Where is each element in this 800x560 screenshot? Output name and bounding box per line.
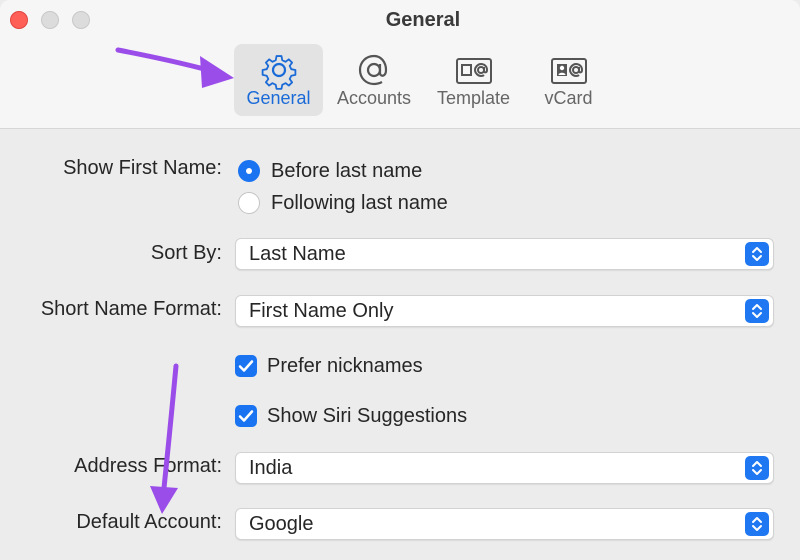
contacts-preferences-window: General General Accounts Template vCard … (0, 0, 800, 560)
show-siri-suggestions-checkbox-row[interactable]: Show Siri Suggestions (235, 403, 467, 429)
sort-by-select[interactable]: Last Name (235, 238, 774, 270)
tab-vcard-label: vCard (544, 88, 593, 108)
short-name-format-select[interactable]: First Name Only (235, 295, 774, 327)
prefer-nicknames-checkbox-row[interactable]: Prefer nicknames (235, 353, 423, 379)
short-name-format-value: First Name Only (249, 300, 394, 322)
radio-following-last-name[interactable]: Following last name (238, 190, 448, 216)
show-first-name-label: Show First Name: (63, 157, 222, 179)
sort-by-value: Last Name (249, 243, 346, 265)
short-name-format-label: Short Name Format: (40, 298, 222, 320)
show-siri-suggestions-checkbox[interactable] (235, 405, 257, 427)
window-title: General (385, 9, 461, 31)
tab-general-label: General (246, 88, 311, 108)
arrow-to-default-account (150, 363, 179, 514)
up-down-chevron-icon[interactable] (745, 512, 769, 536)
prefer-nicknames-label: Prefer nicknames (267, 354, 423, 377)
address-format-label: Address Format: (74, 455, 222, 477)
tab-accounts[interactable]: Accounts (330, 44, 418, 116)
checkmark-icon (238, 360, 254, 372)
preferences-toolbar: General General Accounts Template vCard (0, 0, 800, 129)
checkmark-icon (238, 410, 254, 422)
radio-before-last-name[interactable]: Before last name (238, 158, 422, 184)
default-account-value: Google (249, 513, 314, 535)
up-down-chevron-icon[interactable] (745, 456, 769, 480)
radio-unselected-indicator[interactable] (238, 192, 260, 214)
tab-template-label: Template (436, 88, 511, 108)
address-format-value: India (249, 457, 293, 479)
sort-by-label: Sort By: (150, 242, 222, 264)
up-down-chevron-icon[interactable] (745, 242, 769, 266)
radio-following-last-name-label: Following last name (271, 191, 448, 214)
up-down-chevron-icon[interactable] (745, 299, 769, 323)
show-siri-suggestions-label: Show Siri Suggestions (267, 404, 468, 427)
tab-accounts-label: Accounts (336, 88, 412, 108)
address-format-select[interactable]: India (235, 452, 774, 484)
default-account-select[interactable]: Google (235, 508, 774, 540)
radio-before-last-name-label: Before last name (271, 159, 423, 182)
tab-template[interactable]: Template (429, 44, 518, 116)
tab-vcard[interactable]: vCard (524, 44, 613, 116)
radio-selected-indicator[interactable] (238, 160, 260, 182)
tab-general[interactable]: General (234, 44, 323, 116)
default-account-label: Default Account: (76, 511, 222, 533)
prefer-nicknames-checkbox[interactable] (235, 355, 257, 377)
